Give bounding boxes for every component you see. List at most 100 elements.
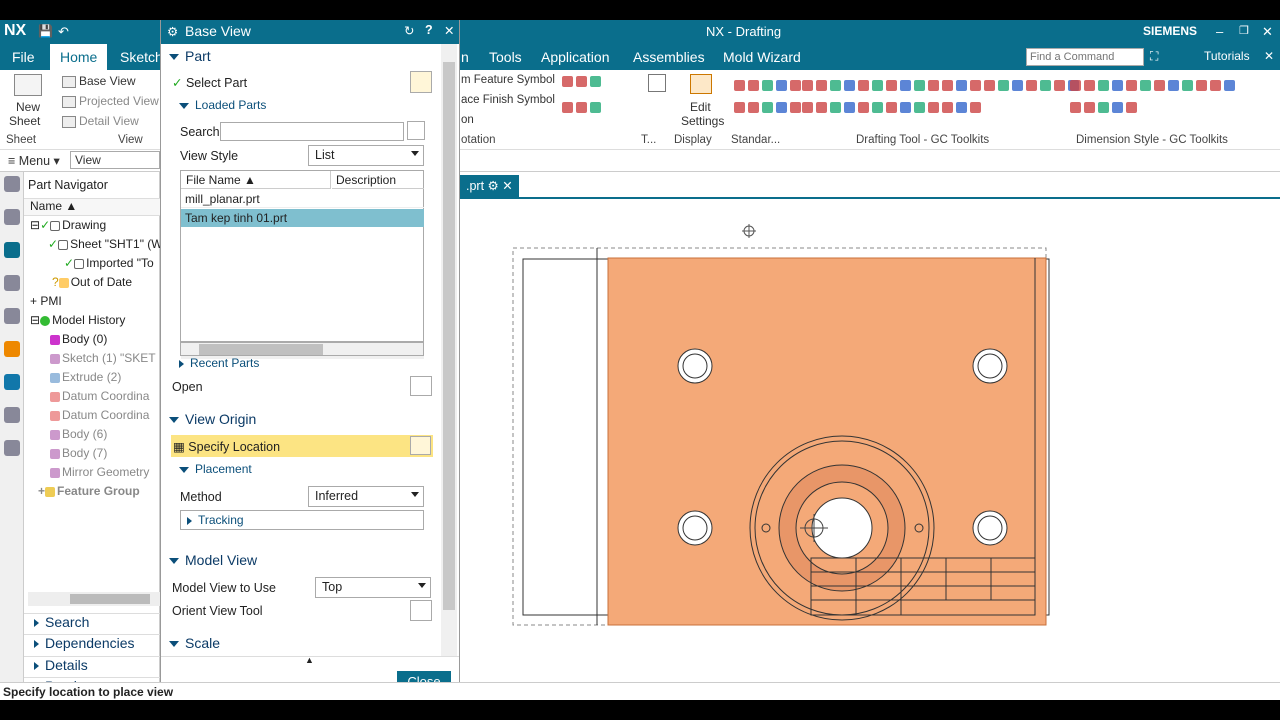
navigator-header[interactable]: Name ▲ bbox=[24, 198, 160, 216]
roles-icon[interactable] bbox=[3, 440, 20, 456]
name-column-header[interactable]: Name bbox=[30, 199, 62, 213]
method-select[interactable]: Inferred bbox=[308, 486, 424, 507]
tree-row[interactable]: Body (7) bbox=[24, 446, 160, 465]
sheet-group-label[interactable]: Sheet bbox=[6, 134, 36, 146]
annotation-group-label[interactable]: otation bbox=[461, 134, 496, 146]
search-input[interactable] bbox=[220, 122, 404, 141]
dimension-style-icons-2[interactable] bbox=[1070, 102, 1137, 116]
list-hscroll[interactable] bbox=[180, 342, 424, 356]
edit-settings-label-1[interactable]: Edit bbox=[690, 100, 711, 114]
tree-row[interactable]: ✓ Imported "To bbox=[24, 256, 160, 275]
type-filter-select[interactable]: View bbox=[70, 151, 160, 169]
help-icon[interactable]: ? bbox=[425, 23, 433, 37]
dialog-scrollbar[interactable] bbox=[441, 44, 457, 674]
close-window-icon[interactable]: ✕ bbox=[1262, 24, 1273, 40]
drafting-tool-group-label[interactable]: Drafting Tool - GC Toolkits bbox=[856, 134, 989, 146]
tree-row[interactable]: Body (6) bbox=[24, 427, 160, 446]
scroll-thumb[interactable] bbox=[443, 62, 455, 610]
select-part-row[interactable]: ✓ Select Part bbox=[172, 75, 247, 90]
orient-view-icon[interactable] bbox=[410, 600, 432, 621]
view-group-label[interactable]: View bbox=[118, 134, 143, 146]
standard-icons[interactable] bbox=[734, 80, 801, 94]
fold-details[interactable]: Details bbox=[24, 656, 160, 677]
display-icon[interactable] bbox=[648, 74, 666, 92]
tree-row[interactable]: Extrude (2) bbox=[24, 370, 160, 389]
restore-icon[interactable]: ❐ bbox=[1239, 24, 1249, 37]
tab-sketch[interactable]: Sketch bbox=[120, 49, 163, 65]
tree-row[interactable]: Body (0) bbox=[24, 332, 160, 351]
graphics-window[interactable] bbox=[460, 172, 1280, 682]
hd3d-icon[interactable] bbox=[3, 308, 20, 324]
minimize-icon[interactable]: – bbox=[1216, 24, 1223, 39]
tab-application[interactable]: Application bbox=[541, 49, 610, 65]
drawing-tab[interactable]: .prt ⚙ ✕ bbox=[460, 175, 519, 197]
subsection-loaded-parts[interactable]: Loaded Parts bbox=[179, 98, 266, 112]
surface-finish-button[interactable]: ace Finish Symbol bbox=[461, 94, 555, 106]
base-view-button[interactable]: Base View bbox=[62, 74, 135, 88]
navigator-hscroll[interactable] bbox=[28, 592, 160, 606]
history-icon[interactable] bbox=[3, 407, 20, 423]
new-sheet-label-2[interactable]: Sheet bbox=[9, 114, 40, 128]
description-header[interactable]: Description bbox=[332, 171, 424, 189]
tree-row[interactable]: Mirror Geometry bbox=[24, 465, 160, 484]
annotation-partial-button[interactable]: on bbox=[461, 114, 474, 126]
t-group-label[interactable]: T... bbox=[641, 134, 656, 146]
tracking-row[interactable]: Tracking bbox=[180, 510, 424, 530]
tab-mold-wizard[interactable]: Mold Wizard bbox=[723, 49, 801, 65]
menu-file[interactable]: File bbox=[12, 49, 35, 65]
list-item[interactable]: mill_planar.prt bbox=[181, 190, 424, 208]
tab-home[interactable]: Home bbox=[50, 44, 108, 70]
section-model-view[interactable]: Model View bbox=[169, 552, 257, 568]
settings-icon[interactable] bbox=[3, 176, 20, 192]
tutorials-link[interactable]: Tutorials bbox=[1204, 49, 1250, 63]
search-icon[interactable] bbox=[407, 121, 425, 140]
view-style-select[interactable]: List bbox=[308, 145, 424, 166]
close-dialog-icon[interactable]: ✕ bbox=[444, 23, 454, 38]
feature-symbol-button[interactable]: m Feature Symbol bbox=[461, 74, 555, 86]
reset-icon[interactable]: ↻ bbox=[404, 23, 414, 38]
specify-location-row[interactable]: ▦ Specify Location bbox=[171, 435, 433, 457]
drafting-tool-icons[interactable] bbox=[802, 80, 1079, 94]
annotation-icons-2[interactable] bbox=[562, 102, 601, 116]
web-browser-icon[interactable] bbox=[3, 374, 20, 390]
tree-row[interactable]: ✓ Sheet "SHT1" (W bbox=[24, 237, 160, 256]
projected-view-button[interactable]: Projected View bbox=[62, 94, 159, 108]
scroll-thumb[interactable] bbox=[199, 344, 323, 355]
fullscreen-icon[interactable]: ⛶ bbox=[1150, 49, 1158, 64]
edit-settings-label-2[interactable]: Settings bbox=[681, 114, 724, 128]
gear-icon[interactable]: ⚙ bbox=[167, 24, 178, 39]
part-navigator-icon[interactable] bbox=[3, 242, 20, 258]
file-name-header[interactable]: File Name ▲ bbox=[181, 171, 331, 189]
select-part-icon[interactable] bbox=[410, 71, 432, 93]
subsection-placement[interactable]: Placement bbox=[179, 462, 252, 476]
assembly-navigator-icon[interactable] bbox=[3, 209, 20, 225]
drawing-canvas[interactable] bbox=[460, 172, 1280, 682]
close-app-icon[interactable]: ✕ bbox=[1264, 49, 1274, 63]
tree-row[interactable]: ⊟✓ Drawing bbox=[24, 218, 160, 237]
tree-row[interactable]: Datum Coordina bbox=[24, 408, 160, 427]
drafting-tool-icons-2[interactable] bbox=[802, 102, 981, 116]
tree-row[interactable]: ⊟ Model History bbox=[24, 313, 160, 332]
tab-partial[interactable]: n bbox=[461, 49, 469, 65]
tree-row[interactable]: + PMI bbox=[24, 294, 160, 313]
new-sheet-icon[interactable] bbox=[14, 74, 42, 96]
standard-group-label[interactable]: Standar... bbox=[731, 134, 780, 146]
location-icon[interactable] bbox=[410, 436, 431, 455]
menu-button[interactable]: ≡ Menu ▾ bbox=[8, 153, 60, 168]
standard-icons-2[interactable] bbox=[734, 102, 801, 116]
open-file-icon[interactable] bbox=[410, 376, 432, 396]
tree-row[interactable]: + Feature Group bbox=[24, 484, 160, 503]
fold-dependencies[interactable]: Dependencies bbox=[24, 634, 160, 655]
tree-row[interactable]: ? Out of Date bbox=[24, 275, 160, 294]
tab-assemblies[interactable]: Assemblies bbox=[633, 49, 705, 65]
model-view-select[interactable]: Top bbox=[315, 577, 431, 598]
section-part[interactable]: Part bbox=[169, 48, 211, 64]
display-group-label[interactable]: Display bbox=[674, 134, 712, 146]
expand-up-icon[interactable]: ▲ bbox=[305, 655, 314, 665]
detail-view-button[interactable]: Detail View bbox=[62, 114, 139, 128]
section-view-origin[interactable]: View Origin bbox=[169, 411, 256, 427]
close-tab-icon[interactable]: ✕ bbox=[502, 179, 512, 193]
undo-icon[interactable]: ↶ bbox=[58, 24, 69, 40]
scroll-thumb[interactable] bbox=[70, 594, 150, 604]
edit-settings-icon[interactable] bbox=[690, 74, 712, 94]
